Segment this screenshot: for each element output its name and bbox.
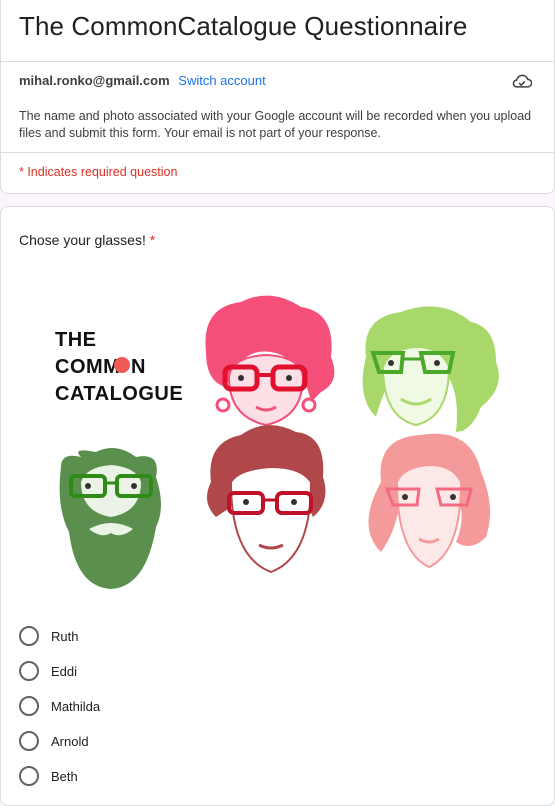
- account-email: mihal.ronko@gmail.com: [19, 73, 170, 88]
- option-eddi[interactable]: Eddi: [19, 660, 77, 682]
- logo-dot: [114, 357, 130, 373]
- option-label: Mathilda: [51, 698, 101, 714]
- form-title: The CommonCatalogue Questionnaire: [19, 11, 468, 41]
- option-arnold[interactable]: Arnold: [19, 730, 89, 752]
- account-row: mihal.ronko@gmail.com Switch account: [19, 73, 266, 88]
- header-divider: [1, 61, 555, 62]
- option-label: Beth: [51, 768, 78, 784]
- option-label: Ruth: [51, 628, 79, 644]
- green-character-icon: [59, 448, 161, 589]
- radio-button[interactable]: [19, 696, 39, 716]
- required-note: * Indicates required question: [19, 165, 178, 179]
- radio-button[interactable]: [19, 731, 39, 751]
- option-ruth[interactable]: Ruth: [19, 625, 78, 647]
- option-beth[interactable]: Beth: [19, 765, 78, 787]
- option-label: Arnold: [51, 733, 89, 749]
- required-asterisk: *: [149, 232, 156, 248]
- notice-divider: [1, 152, 555, 153]
- salmon-character-icon: [368, 433, 490, 569]
- radio-button[interactable]: [19, 766, 39, 786]
- radio-button[interactable]: [19, 626, 39, 646]
- radio-button[interactable]: [19, 661, 39, 681]
- cloud-saved-icon[interactable]: [512, 73, 532, 89]
- logo-line-n: N: [131, 356, 146, 378]
- privacy-notice: The name and photo associated with your …: [19, 109, 532, 140]
- question-card: Chose your glasses! * THE COMM N CATALOG…: [0, 206, 555, 806]
- common-catalogue-logo: THE COMM N CATALOGUE: [55, 329, 183, 405]
- option-label: Eddi: [51, 663, 78, 679]
- logo-line-the: THE: [55, 329, 97, 351]
- switch-account-link[interactable]: Switch account: [178, 73, 265, 88]
- option-mathilda[interactable]: Mathilda: [19, 695, 100, 717]
- question-text: Chose your glasses!: [19, 232, 146, 248]
- logo-line-catalogue: CATALOGUE: [55, 383, 183, 405]
- brick-character-icon: [207, 425, 326, 574]
- glasses-characters-image: THE COMM N CATALOGUE: [55, 295, 499, 589]
- form-header-card: The CommonCatalogue Questionnaire mihal.…: [0, 0, 555, 194]
- pink-character-icon: [205, 295, 335, 427]
- lime-character-icon: [362, 306, 499, 432]
- logo-line-comm: COMM: [55, 356, 120, 378]
- question-title: Chose your glasses! *: [19, 232, 155, 248]
